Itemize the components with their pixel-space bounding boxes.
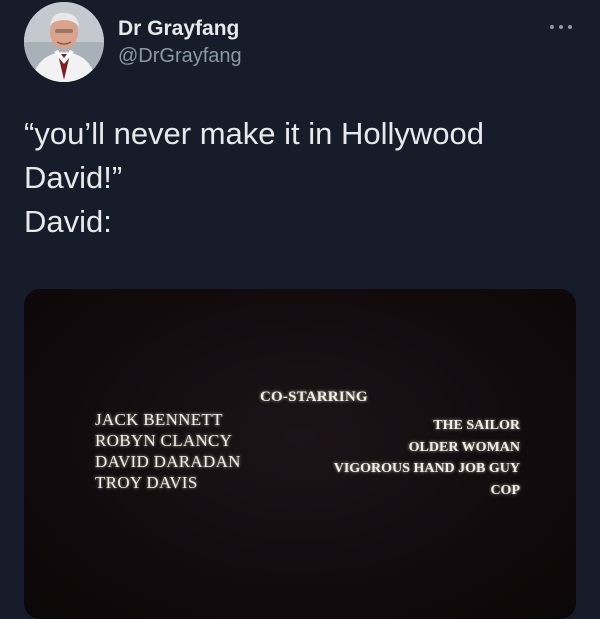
more-dot bbox=[568, 25, 572, 29]
more-options-icon[interactable] bbox=[546, 16, 576, 38]
avatar[interactable] bbox=[24, 2, 104, 82]
credit-role: VIGOROUS HAND JOB GUY bbox=[333, 461, 520, 476]
tweet-card: Dr Grayfang @DrGrayfang “you’ll never ma… bbox=[0, 0, 600, 619]
credit-role: OLDER WOMAN bbox=[408, 439, 520, 455]
author-handle[interactable]: @DrGrayfang bbox=[118, 44, 242, 68]
credits-roles-column: THE SAILOR OLDER WOMAN VIGOROUS HAND JOB… bbox=[334, 415, 520, 501]
tweet-text: “you’ll never make it in Hollywood David… bbox=[24, 116, 485, 239]
credits-names-column: JACK BENNETT ROBYN CLANCY DAVID DARADAN … bbox=[95, 409, 241, 493]
profile-photo-icon bbox=[24, 2, 104, 82]
author-display-name[interactable]: Dr Grayfang bbox=[118, 17, 239, 41]
credit-role: THE SAILOR bbox=[433, 418, 520, 433]
credit-role: COP bbox=[490, 482, 520, 498]
more-dot bbox=[550, 25, 554, 29]
tweet-media-image[interactable]: CO-STARRING JACK BENNETT ROBYN CLANCY DA… bbox=[24, 289, 576, 619]
credit-name: ROBYN CLANCY bbox=[95, 431, 233, 450]
more-dot bbox=[559, 25, 563, 29]
credit-name: TROY DAVIS bbox=[95, 473, 198, 492]
credit-name: JACK BENNETT bbox=[95, 410, 223, 429]
credits-heading: CO-STARRING bbox=[260, 389, 368, 405]
credit-name: DAVID DARADAN bbox=[95, 452, 241, 471]
